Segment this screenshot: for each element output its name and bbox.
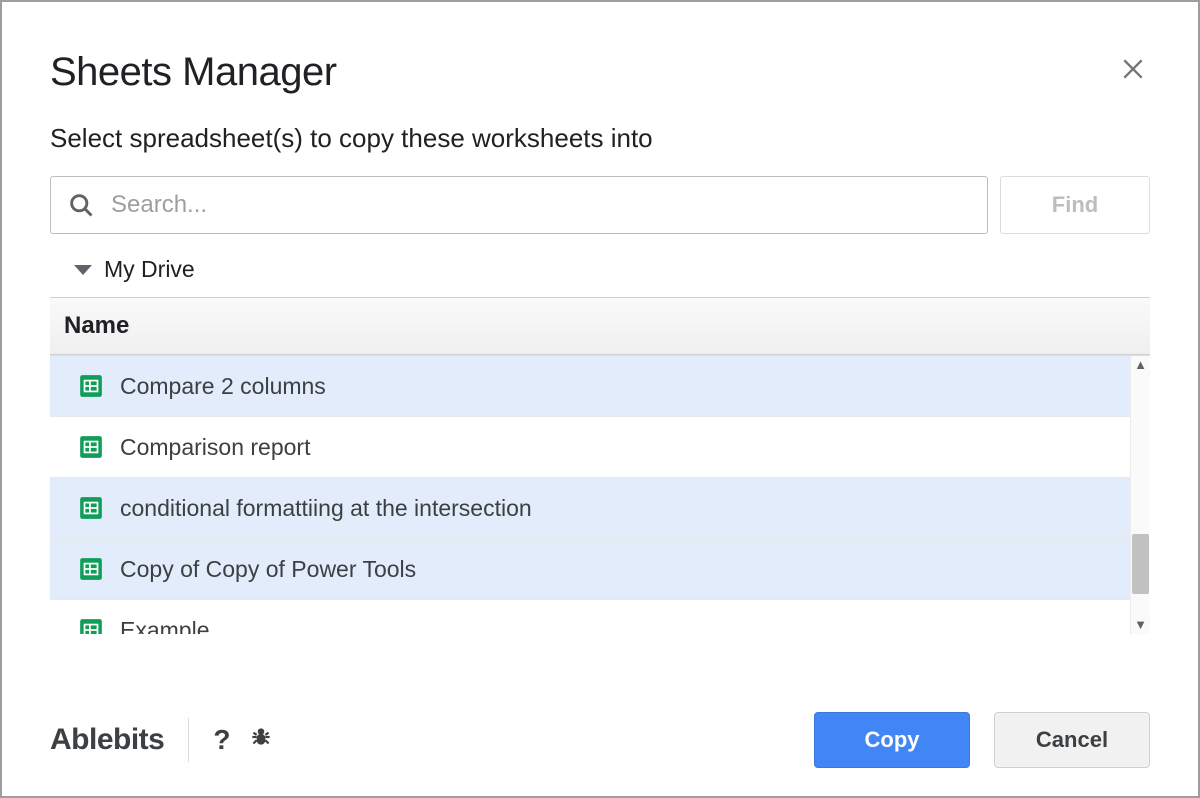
file-list: Compare 2 columns Comparison report condit… bbox=[50, 356, 1130, 634]
chevron-down-icon bbox=[74, 265, 92, 275]
table-header-name[interactable]: Name bbox=[50, 297, 1150, 355]
footer-left: Ablebits ? bbox=[50, 718, 274, 762]
find-button[interactable]: Find bbox=[1000, 176, 1150, 234]
close-icon bbox=[1120, 56, 1146, 82]
file-name: Copy of Copy of Power Tools bbox=[120, 556, 416, 583]
scroll-up-arrow-icon[interactable]: ▲ bbox=[1134, 356, 1147, 374]
dialog-subtitle: Select spreadsheet(s) to copy these work… bbox=[50, 123, 1150, 154]
dialog-window: Sheets Manager Select spreadsheet(s) to … bbox=[0, 0, 1200, 798]
dialog-title: Sheets Manager bbox=[50, 50, 337, 95]
brand-logo: Ablebits bbox=[50, 723, 164, 757]
help-icon[interactable]: ? bbox=[213, 724, 230, 756]
scroll-track[interactable] bbox=[1131, 374, 1150, 616]
scroll-down-arrow-icon[interactable]: ▼ bbox=[1134, 616, 1147, 634]
breadcrumb[interactable]: My Drive bbox=[50, 252, 1150, 297]
sheets-file-icon bbox=[78, 556, 104, 582]
bug-svg-icon bbox=[248, 724, 274, 750]
cancel-button[interactable]: Cancel bbox=[994, 712, 1150, 768]
dialog-header: Sheets Manager bbox=[50, 50, 1150, 123]
search-row: Find bbox=[50, 176, 1150, 234]
file-row[interactable]: Copy of Copy of Power Tools bbox=[50, 539, 1130, 600]
file-name: Compare 2 columns bbox=[120, 373, 326, 400]
file-row[interactable]: Comparison report bbox=[50, 417, 1130, 478]
sheets-file-icon bbox=[78, 373, 104, 399]
search-icon bbox=[67, 191, 95, 219]
bug-icon[interactable] bbox=[248, 724, 274, 757]
scrollbar[interactable]: ▲ ▼ bbox=[1130, 356, 1150, 634]
file-row[interactable]: Example bbox=[50, 600, 1130, 634]
copy-button[interactable]: Copy bbox=[814, 712, 970, 768]
file-row[interactable]: conditional formattiing at the intersect… bbox=[50, 478, 1130, 539]
file-row[interactable]: Compare 2 columns bbox=[50, 356, 1130, 417]
divider bbox=[188, 718, 189, 762]
file-name: Example bbox=[120, 617, 209, 635]
sheets-file-icon bbox=[78, 434, 104, 460]
sheets-file-icon bbox=[78, 617, 104, 634]
file-name: Comparison report bbox=[120, 434, 310, 461]
dialog-footer: Ablebits ? Copy Cancel bbox=[50, 712, 1150, 768]
file-name: conditional formattiing at the intersect… bbox=[120, 495, 532, 522]
search-box[interactable] bbox=[50, 176, 988, 234]
file-list-container: Compare 2 columns Comparison report condit… bbox=[50, 355, 1150, 634]
breadcrumb-root: My Drive bbox=[104, 256, 195, 283]
footer-right: Copy Cancel bbox=[814, 712, 1150, 768]
search-input[interactable] bbox=[109, 190, 971, 220]
scroll-thumb[interactable] bbox=[1132, 534, 1149, 594]
close-button[interactable] bbox=[1116, 50, 1150, 92]
sheets-file-icon bbox=[78, 495, 104, 521]
